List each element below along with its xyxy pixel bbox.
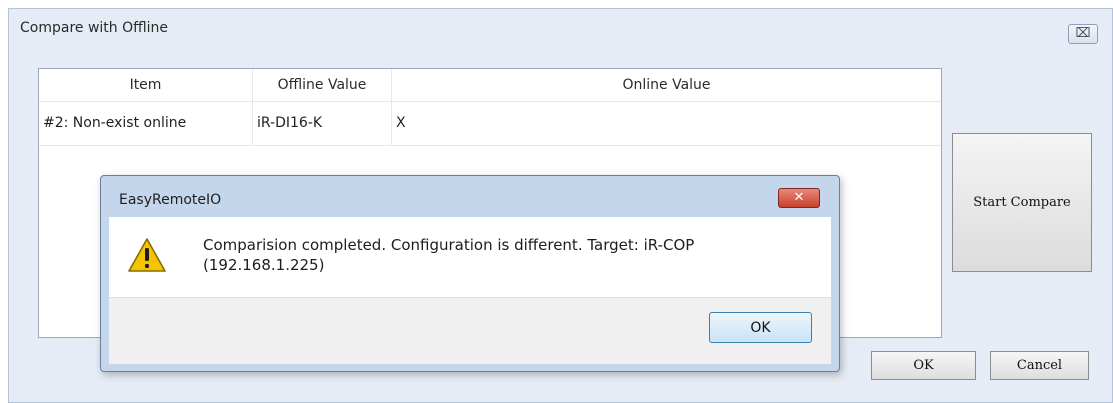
warning-icon	[128, 238, 166, 272]
table-header: Item Offline Value Online Value	[39, 69, 941, 102]
cell-online-value: X	[396, 115, 406, 131]
window-title: Compare with Offline	[20, 20, 169, 36]
cancel-button[interactable]: Cancel	[990, 351, 1089, 380]
column-header-online-value[interactable]: Online Value	[392, 69, 941, 101]
ok-button[interactable]: OK	[871, 351, 976, 380]
cell-item: #2: Non-exist online	[39, 102, 253, 145]
cell-offline-value: iR-DI16-K	[253, 102, 392, 145]
dialog-body: Comparision completed. Configuration is …	[109, 217, 831, 297]
dialog-close-button[interactable]: ✕	[778, 188, 820, 208]
message-dialog: EasyRemoteIO ✕ Comparision completed. Co…	[100, 175, 840, 372]
column-header-item[interactable]: Item	[39, 69, 253, 101]
dialog-title: EasyRemoteIO	[119, 192, 222, 208]
column-header-offline-value[interactable]: Offline Value	[253, 69, 392, 101]
start-compare-button[interactable]: Start Compare	[952, 133, 1092, 272]
dialog-message: Comparision completed. Configuration is …	[203, 235, 823, 275]
dialog-ok-button[interactable]: OK	[709, 312, 812, 343]
dialog-footer: OK	[109, 297, 831, 364]
window-close-button[interactable]: ⌧	[1068, 24, 1098, 44]
dialog-message-line2: (192.168.1.225)	[203, 256, 325, 274]
dialog-message-line1: Comparision completed. Configuration is …	[203, 236, 695, 254]
table-row[interactable]: #2: Non-exist online iR-DI16-K X	[39, 102, 941, 146]
